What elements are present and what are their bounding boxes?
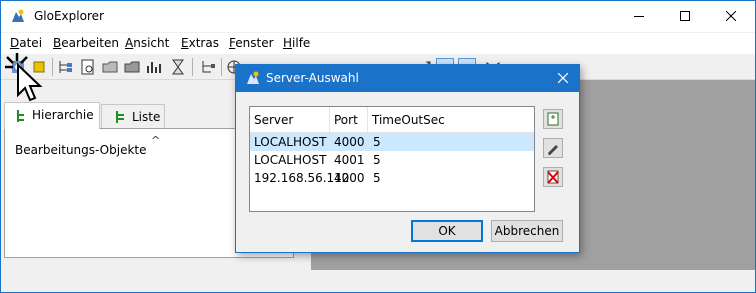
tree-icon[interactable] (57, 58, 75, 76)
delete-icon (547, 170, 559, 184)
menu-datei[interactable]: Datei (10, 36, 42, 50)
minimize-icon (634, 16, 644, 17)
column-header-server[interactable]: Server (250, 107, 330, 133)
toolbar-separator (192, 58, 193, 76)
mouse-cursor-icon (5, 53, 43, 102)
delete-server-button[interactable] (543, 167, 563, 187)
toolbar-separator (221, 58, 222, 76)
new-entry-icon (547, 112, 559, 126)
close-button[interactable] (708, 1, 754, 32)
close-icon (558, 73, 568, 83)
cell-port: 4000 (334, 135, 365, 149)
collapse-caret-icon[interactable]: ^ (151, 134, 160, 147)
hierarchy-icon[interactable] (199, 58, 217, 76)
column-header-port[interactable]: Port (330, 107, 368, 133)
menu-fenster[interactable]: Fenster (229, 36, 274, 50)
menu-ansicht[interactable]: Ansicht (125, 36, 169, 50)
column-header-timeout[interactable]: TimeOutSec (368, 107, 534, 133)
status-strip (311, 270, 755, 292)
tab-liste-label: Liste (132, 110, 161, 124)
tab-hierarchie-label: Hierarchie (32, 108, 94, 122)
cell-port: 4001 (334, 153, 365, 167)
window-title: GloExplorer (34, 9, 104, 23)
dialog-app-icon (247, 71, 259, 84)
tab-hierarchie[interactable]: Hierarchie (4, 102, 100, 129)
cell-port: 4000 (334, 171, 365, 185)
ok-button[interactable]: OK (411, 220, 483, 242)
menu-extras[interactable]: Extras (181, 36, 219, 50)
bar-chart-icon[interactable] (145, 58, 163, 76)
dialog-title-bar[interactable]: Server-Auswahl (236, 65, 579, 92)
list-tab-icon (116, 111, 124, 123)
menu-bar: Datei Bearbeiten Ansicht Extras Fenster … (1, 33, 755, 54)
menu-bearbeiten[interactable]: Bearbeiten (53, 36, 119, 50)
cell-timeout: 5 (373, 135, 381, 149)
cell-server: LOCALHOST (254, 153, 327, 167)
title-bar[interactable]: GloExplorer (1, 1, 755, 32)
cell-timeout: 5 (373, 153, 381, 167)
edit-server-button[interactable] (543, 138, 563, 158)
maximize-icon (680, 11, 690, 21)
tab-liste[interactable]: Liste (101, 104, 165, 128)
maximize-button[interactable] (662, 1, 708, 32)
add-server-button[interactable] (543, 109, 563, 129)
table-row[interactable]: 192.168.56.112 4000 5 (250, 169, 534, 187)
cell-server: LOCALHOST (254, 135, 327, 149)
server-list[interactable]: Server Port TimeOutSec LOCALHOST 4000 5 … (249, 106, 535, 212)
dialog-close-button[interactable] (547, 65, 579, 92)
hourglass-icon[interactable] (169, 58, 187, 76)
cancel-button[interactable]: Abbrechen (491, 220, 563, 242)
cell-timeout: 5 (373, 171, 381, 185)
menu-hilfe[interactable]: Hilfe (283, 36, 310, 50)
tree-heading: Bearbeitungs-Objekte (15, 143, 147, 157)
folder-icon[interactable] (123, 58, 141, 76)
app-logo-icon (12, 9, 24, 22)
hierarchy-tab-icon (17, 110, 24, 122)
close-icon (726, 11, 736, 21)
toolbar-separator (52, 58, 53, 76)
minimize-button[interactable] (616, 1, 662, 32)
server-selection-dialog: Server-Auswahl Server Port TimeOutSec LO… (235, 64, 580, 253)
edit-pencil-icon (548, 145, 558, 155)
preview-icon[interactable] (79, 58, 97, 76)
table-row[interactable]: LOCALHOST 4001 5 (250, 151, 534, 169)
table-row[interactable]: LOCALHOST 4000 5 (250, 133, 534, 151)
dialog-title: Server-Auswahl (266, 71, 359, 85)
open-folder-icon[interactable] (101, 58, 119, 76)
server-list-header: Server Port TimeOutSec (250, 107, 534, 133)
